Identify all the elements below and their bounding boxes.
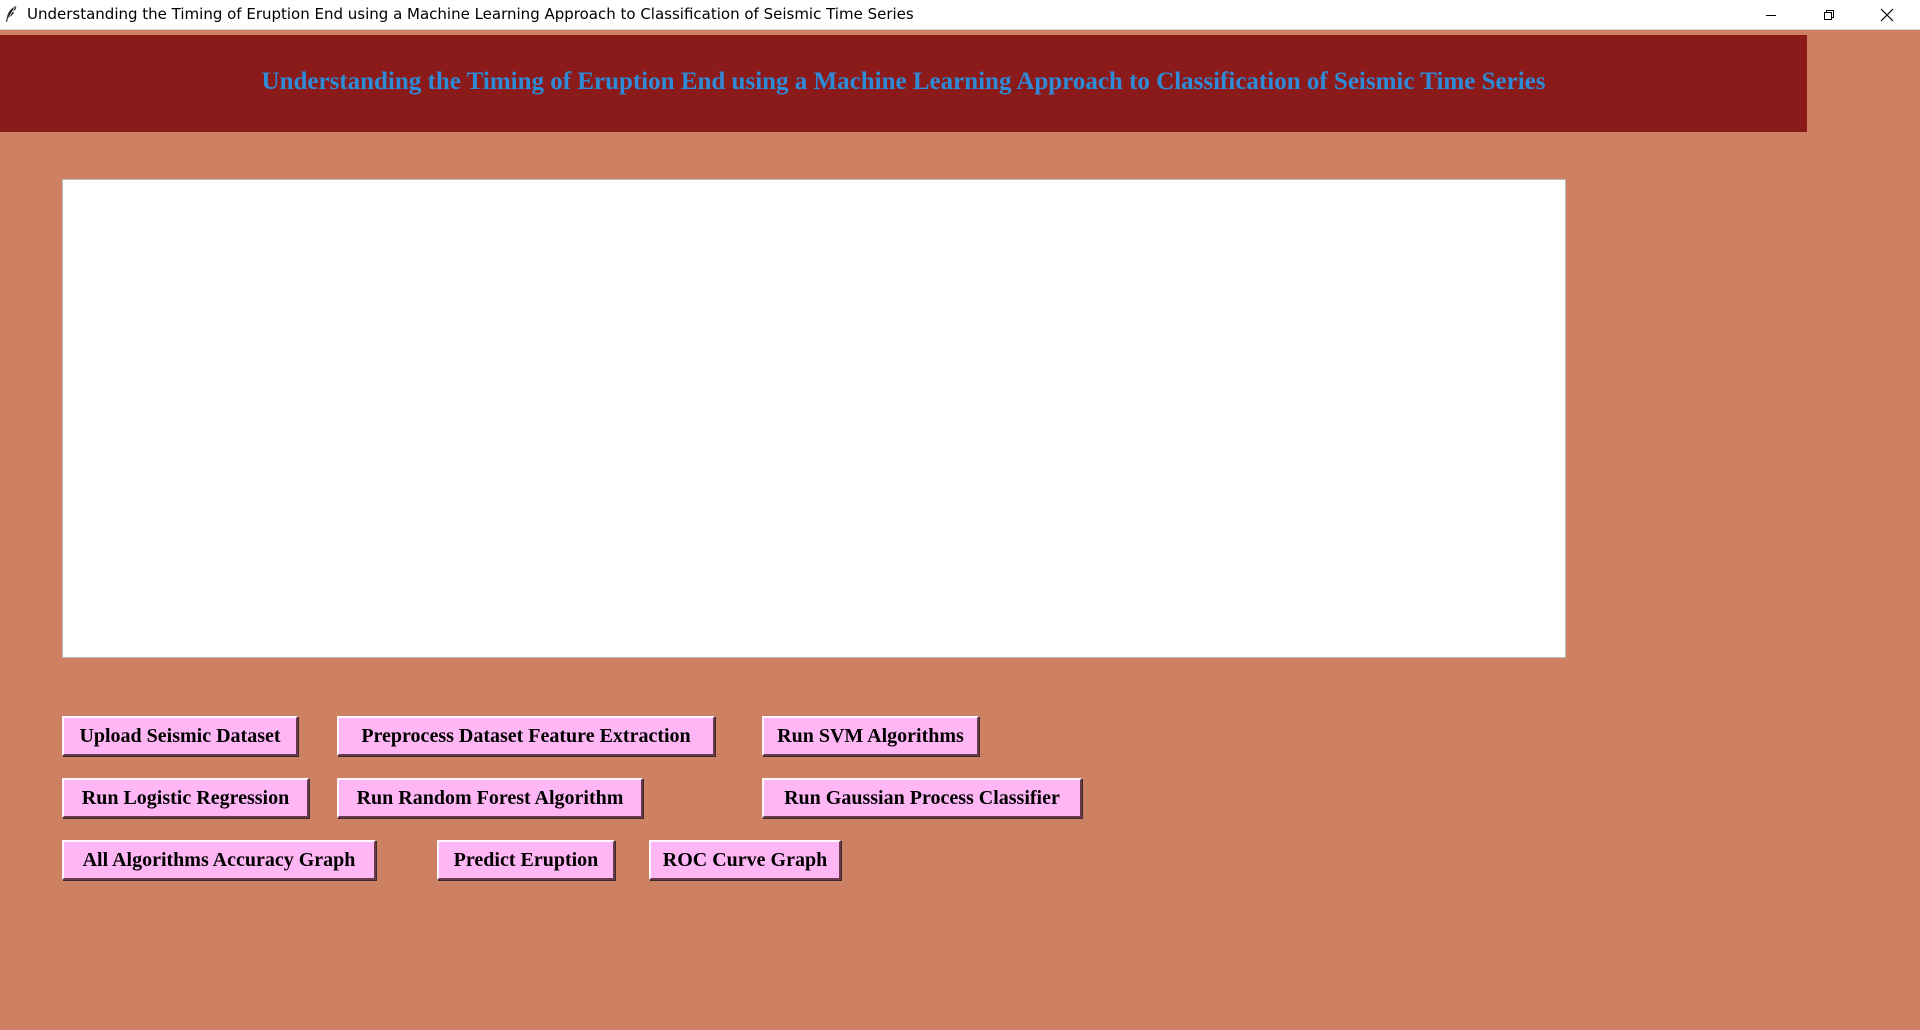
feather-icon (6, 6, 17, 22)
roc-curve-graph-button[interactable]: ROC Curve Graph (649, 840, 841, 880)
accuracy-graph-button[interactable]: All Algorithms Accuracy Graph (62, 840, 376, 880)
window-title: Understanding the Timing of Eruption End… (27, 5, 914, 23)
run-logistic-regression-button[interactable]: Run Logistic Regression (62, 778, 309, 818)
page-title: Understanding the Timing of Eruption End… (261, 67, 1546, 95)
title-bar[interactable]: Understanding the Timing of Eruption End… (0, 0, 1920, 30)
main-panel: Understanding the Timing of Eruption End… (0, 30, 1920, 1030)
restore-icon (1824, 9, 1834, 20)
minimize-icon (1766, 14, 1776, 16)
upload-seismic-dataset-button[interactable]: Upload Seismic Dataset (62, 716, 298, 756)
run-svm-button[interactable]: Run SVM Algorithms (762, 716, 979, 756)
output-text-area[interactable] (62, 179, 1566, 658)
minimize-button[interactable] (1742, 0, 1800, 29)
predict-eruption-button[interactable]: Predict Eruption (437, 840, 615, 880)
header-banner: Understanding the Timing of Eruption End… (0, 35, 1807, 132)
close-icon (1880, 8, 1894, 21)
run-gaussian-process-button[interactable]: Run Gaussian Process Classifier (762, 778, 1082, 818)
restore-button[interactable] (1800, 0, 1858, 29)
run-random-forest-button[interactable]: Run Random Forest Algorithm (337, 778, 643, 818)
application-window: Understanding the Timing of Eruption End… (0, 0, 1920, 1030)
preprocess-dataset-button[interactable]: Preprocess Dataset Feature Extraction (337, 716, 715, 756)
close-button[interactable] (1858, 0, 1916, 29)
